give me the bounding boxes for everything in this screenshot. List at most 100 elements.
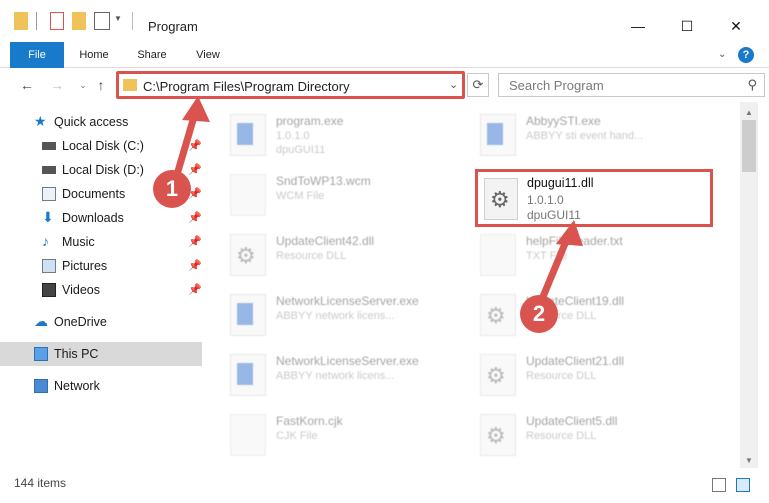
view-options-icon[interactable]: [94, 12, 110, 30]
minimize-button[interactable]: —: [615, 12, 661, 40]
app-icon: [230, 114, 266, 156]
pin-icon[interactable]: 📌: [188, 283, 202, 296]
vertical-scrollbar[interactable]: ▲ ▼: [740, 102, 758, 468]
app-icon: [480, 114, 516, 156]
file-detail: CJK File: [276, 430, 318, 442]
forward-button[interactable]: →: [48, 76, 66, 94]
file-detail: Resource DLL: [526, 370, 597, 382]
drive-icon: [42, 142, 56, 150]
pin-icon[interactable]: 📌: [188, 235, 202, 248]
file-detail: WCM File: [276, 190, 325, 202]
list-item[interactable]: SndToWP13.wcm WCM File: [210, 168, 460, 228]
sidebar-item-label: Network: [54, 379, 100, 393]
gear-icon: [484, 178, 518, 220]
app-icon: [230, 354, 266, 396]
file-name: program.exe: [276, 114, 344, 128]
window-title: Program: [148, 19, 198, 34]
tab-home[interactable]: Home: [70, 42, 118, 68]
sidebar-item-network[interactable]: Network: [0, 374, 202, 398]
scroll-up-icon[interactable]: ▲: [740, 108, 758, 120]
expand-ribbon-icon[interactable]: ⌄: [718, 49, 726, 60]
sidebar-item-label: Downloads: [62, 211, 124, 225]
highlighted-file-dpugui11[interactable]: dpugui11.dll 1.0.1.0 dpuGUI11: [475, 169, 713, 227]
list-item[interactable]: UpdateClient5.dll Resource DLL: [460, 408, 710, 468]
address-bar[interactable]: C:\Program Files\Program Directory ⌄: [116, 71, 465, 99]
sidebar-item-this-pc[interactable]: This PC: [0, 342, 202, 366]
file-detail: dpuGUI11: [276, 144, 326, 156]
recent-locations-icon[interactable]: ⌄: [74, 76, 92, 94]
tab-view[interactable]: View: [184, 42, 232, 68]
sidebar-item-label: Videos: [62, 283, 100, 297]
pin-icon[interactable]: 📌: [188, 139, 202, 152]
refresh-button[interactable]: ⟳: [467, 73, 489, 97]
app-icon: [230, 294, 266, 336]
videos-icon: [42, 283, 56, 297]
up-button[interactable]: ↑: [92, 76, 110, 94]
gear-icon: [480, 294, 516, 336]
sidebar-item-downloads[interactable]: ⬇ Downloads 📌: [0, 206, 202, 230]
file-detail: Resource DLL: [526, 430, 597, 442]
search-icon[interactable]: ⚲: [747, 77, 757, 93]
sidebar-item-label: Documents: [62, 187, 126, 201]
list-item[interactable]: AbbyySTI.exe ABBYY sti event hand...: [460, 108, 710, 168]
sidebar-item-label: Local Disk (D:): [62, 163, 144, 177]
folder-icon: [123, 79, 137, 91]
pin-icon[interactable]: 📌: [188, 163, 202, 176]
maximize-button[interactable]: ☐: [664, 12, 710, 40]
list-item[interactable]: program.exe 1.0.1.0 dpuGUI11: [210, 108, 460, 168]
list-item[interactable]: NetworkLicenseServer.exe ABBYY network l…: [210, 288, 460, 348]
sidebar-item-label: Pictures: [62, 259, 108, 273]
sidebar-item-label: Quick access: [54, 115, 129, 129]
sidebar-item-quick-access[interactable]: ★ Quick access: [0, 110, 202, 134]
list-item[interactable]: UpdateClient42.dll Resource DLL: [210, 228, 460, 288]
sidebar-item-label: Local Disk (C:): [62, 139, 144, 153]
list-item[interactable]: FastKorn.cjk CJK File: [210, 408, 460, 468]
list-item[interactable]: UpdateClient19.dll Resource DLL: [460, 288, 710, 348]
music-icon: ♪: [42, 233, 49, 249]
scroll-thumb[interactable]: [742, 120, 756, 172]
pictures-icon: [42, 259, 56, 273]
list-item[interactable]: helpFileReader.txt TXT File: [460, 228, 710, 288]
sidebar-item-label: This PC: [54, 347, 99, 361]
file-name: SndToWP13.wcm: [276, 174, 371, 188]
search-box[interactable]: Search Program ⚲: [498, 73, 765, 97]
tab-share[interactable]: Share: [128, 42, 176, 68]
title-bar: ▼ Program — ☐ ✕: [0, 0, 769, 40]
properties-icon[interactable]: [50, 12, 64, 30]
new-folder-icon[interactable]: [72, 12, 86, 30]
list-item[interactable]: UpdateClient21.dll Resource DLL: [460, 348, 710, 408]
tab-file[interactable]: File: [10, 42, 64, 68]
list-item[interactable]: NetworkLicenseServer.exe ABBYY network l…: [210, 348, 460, 408]
close-button[interactable]: ✕: [713, 12, 759, 40]
step-marker-2: 2: [520, 295, 558, 333]
help-icon[interactable]: ?: [738, 47, 754, 63]
scroll-down-icon[interactable]: ▼: [740, 456, 758, 468]
file-detail: ABBYY network licens...: [276, 310, 395, 322]
file-detail: ABBYY sti event hand...: [526, 130, 644, 142]
doc-icon: [480, 234, 516, 276]
search-input[interactable]: Search Program: [509, 78, 604, 93]
sidebar-item-videos[interactable]: Videos 📌: [0, 278, 202, 302]
back-button[interactable]: ←: [18, 76, 36, 94]
gear-icon: [230, 234, 266, 276]
sidebar-item-onedrive[interactable]: ☁ OneDrive: [0, 310, 202, 334]
file-name: helpFileReader.txt: [526, 234, 623, 248]
address-path[interactable]: C:\Program Files\Program Directory: [143, 79, 350, 94]
documents-icon: [42, 187, 56, 201]
doc-icon: [230, 174, 266, 216]
details-view-icon[interactable]: [712, 478, 726, 492]
sidebar-item-pictures[interactable]: Pictures 📌: [0, 254, 202, 278]
folder-icon: [14, 12, 28, 30]
sidebar-item-music[interactable]: ♪ Music 📌: [0, 230, 202, 254]
pin-icon[interactable]: 📌: [188, 211, 202, 224]
large-icons-view-icon[interactable]: [736, 478, 750, 492]
address-dropdown-icon[interactable]: ⌄: [449, 78, 458, 91]
sidebar-item-local-disk-c[interactable]: Local Disk (C:) 📌: [0, 134, 202, 158]
computer-icon: [34, 347, 48, 361]
file-name: UpdateClient42.dll: [276, 234, 375, 248]
file-name: UpdateClient5.dll: [526, 414, 618, 428]
gear-icon: [480, 414, 516, 456]
file-list: program.exe 1.0.1.0 dpuGUI11 SndToWP13.w…: [210, 102, 740, 464]
customize-qa-dropdown-icon[interactable]: ▼: [114, 14, 122, 23]
pin-icon[interactable]: 📌: [188, 259, 202, 272]
